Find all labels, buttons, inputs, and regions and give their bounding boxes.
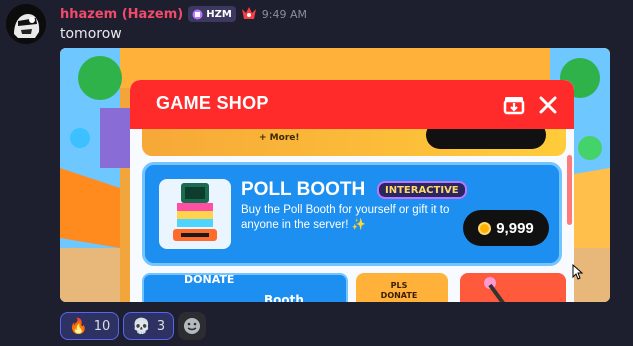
message-header: hhazem (Hazem) HZM 9:49 AM xyxy=(60,5,307,23)
skull-icon: 💀 xyxy=(132,316,151,335)
message-text: tomorow xyxy=(60,26,122,42)
timestamp: 9:49 AM xyxy=(261,7,307,21)
poll-booth-image xyxy=(159,179,231,249)
poll-booth-title: POLL BOOTH xyxy=(241,179,366,200)
interactive-badge: INTERACTIVE xyxy=(377,181,467,199)
crown-icon xyxy=(241,5,257,24)
lever-icon xyxy=(484,277,505,302)
poll-booth-card[interactable]: POLL BOOTH INTERACTIVE Buy the Poll Boot… xyxy=(142,162,562,266)
scrollbar[interactable] xyxy=(567,155,572,225)
lever-item-card[interactable] xyxy=(460,273,566,302)
reaction-skull[interactable]: 💀 3 xyxy=(123,312,175,340)
coin-icon xyxy=(478,221,492,235)
pls-line: PLS xyxy=(390,281,408,290)
add-reaction-icon xyxy=(184,318,201,334)
buy-price-button[interactable]: 9,999 xyxy=(463,210,549,246)
previous-item-price-button[interactable] xyxy=(426,129,546,149)
guild-tag-label: HZM xyxy=(206,8,232,20)
donate-booth-card[interactable]: DONATE Booth xyxy=(142,273,348,302)
shop-header: GAME SHOP xyxy=(130,80,574,129)
image-attachment[interactable]: GAME SHOP + More! POLL BOOTH INTERACTIVE… xyxy=(60,48,610,302)
more-label: + More! xyxy=(259,133,300,143)
gift-inbox-icon[interactable] xyxy=(502,93,526,117)
donate-label: DONATE xyxy=(184,273,235,286)
booth-label: Booth xyxy=(264,293,304,302)
add-reaction-button[interactable] xyxy=(178,312,207,340)
close-icon[interactable] xyxy=(536,93,560,117)
username[interactable]: hhazem (Hazem) xyxy=(60,7,183,22)
shop-title: GAME SHOP xyxy=(156,93,269,113)
avatar-image xyxy=(6,4,46,44)
reaction-fire[interactable]: 🔥 10 xyxy=(60,312,120,340)
fire-icon: 🔥 xyxy=(69,316,88,335)
pls-donate-sign: PLS DONATE xyxy=(367,281,431,301)
tag-icon xyxy=(192,9,203,19)
shop-item-previous[interactable]: + More! xyxy=(142,129,566,156)
donate-line: DONATE xyxy=(380,291,418,300)
avatar[interactable] xyxy=(6,4,46,44)
reaction-count: 10 xyxy=(93,318,111,334)
reactions-bar: 🔥 10 💀 3 xyxy=(60,312,207,340)
mouse-cursor-icon xyxy=(572,264,584,280)
poll-booth-description: Buy the Poll Booth for yourself or gift … xyxy=(241,204,450,231)
guild-tag[interactable]: HZM xyxy=(188,6,236,22)
game-shop-panel: GAME SHOP + More! POLL BOOTH INTERACTIVE… xyxy=(130,80,574,302)
price-value: 9,999 xyxy=(496,219,534,237)
reaction-count: 3 xyxy=(156,318,166,334)
